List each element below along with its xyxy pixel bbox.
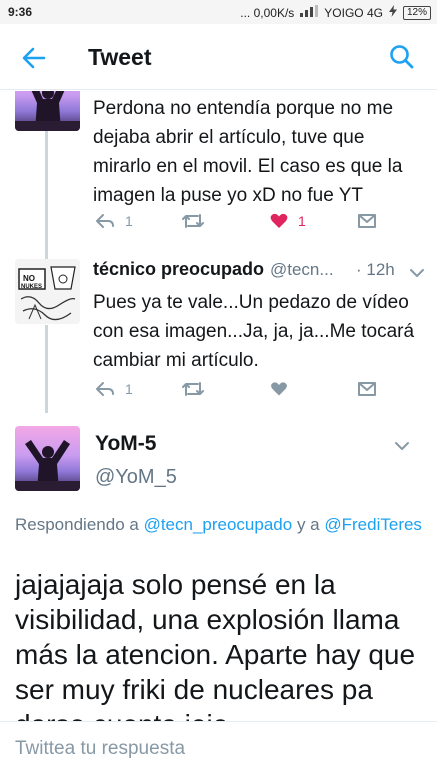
svg-text:NUKES: NUKES <box>21 284 42 290</box>
reply-action[interactable]: 1 <box>95 381 133 397</box>
envelope-icon <box>358 382 376 396</box>
author-name[interactable]: YoM-5 <box>95 432 156 456</box>
retweet-icon <box>182 382 204 396</box>
author-handle[interactable]: @YoM_5 <box>95 466 177 489</box>
retweet-action[interactable] <box>181 213 205 229</box>
reply-icon <box>96 382 114 396</box>
avatar[interactable] <box>15 426 80 491</box>
top-app-bar: Tweet <box>0 24 437 90</box>
replying-prefix: Respondiendo a <box>15 515 139 534</box>
author-name[interactable]: técnico preocupado <box>93 259 264 280</box>
charging-icon <box>388 5 397 20</box>
thread-line <box>45 131 48 259</box>
avatar[interactable] <box>15 91 80 131</box>
tweet-text: jajajajaja solo pensé en la visibilidad,… <box>15 569 416 721</box>
reply-composer <box>0 721 437 776</box>
battery-level: 12% <box>406 6 427 18</box>
tweet-text: Pues ya te vale...Un pedazo de vídeo con… <box>93 292 415 371</box>
thread-line <box>45 325 48 413</box>
reply-icon <box>96 214 114 228</box>
status-time: 9:36 <box>8 5 33 19</box>
avatar[interactable]: NO NUKES <box>15 259 80 324</box>
reply-count: 1 <box>125 381 133 397</box>
dm-action[interactable] <box>357 213 377 229</box>
chevron-down-icon[interactable] <box>408 267 426 279</box>
search-icon <box>390 45 414 69</box>
mention-link[interactable]: @tecn_preocupado <box>144 515 293 534</box>
dm-action[interactable] <box>357 381 377 397</box>
svg-text:NO: NO <box>23 274 35 283</box>
mention-link[interactable]: @FrediTeres <box>324 515 422 534</box>
conversation-feed[interactable]: Perdona no entendía porque no me dejaba … <box>0 91 437 721</box>
retweet-action[interactable] <box>181 381 205 397</box>
signal-icon <box>300 5 319 20</box>
status-right: ... 0,00K/s YOIGO 4G 12% <box>240 5 431 20</box>
heart-icon <box>270 213 288 228</box>
like-count: 1 <box>298 213 306 229</box>
tweet-detail-screen: 9:36 ... 0,00K/s YOIGO 4G 12% Tweet Perd… <box>0 0 437 776</box>
network-speed: ... 0,00K/s <box>240 5 295 20</box>
arrow-left-icon <box>22 47 46 69</box>
like-action[interactable] <box>270 381 288 397</box>
reply-count: 1 <box>125 213 133 229</box>
replying-join: y a <box>296 515 320 534</box>
replying-to-line: Respondiendo a @tecn_preocupado y a @Fre… <box>15 511 425 538</box>
tweet-time: · 12h <box>356 260 395 279</box>
heart-icon <box>271 382 287 396</box>
like-action[interactable]: 1 <box>270 213 306 229</box>
envelope-icon <box>358 214 376 228</box>
author-handle[interactable]: @tecn... <box>270 260 334 280</box>
status-bar: 9:36 ... 0,00K/s YOIGO 4G 12% <box>0 0 437 24</box>
reply-action[interactable]: 1 <box>95 213 133 229</box>
chevron-down-icon[interactable] <box>393 440 411 452</box>
carrier-label: YOIGO 4G <box>324 5 383 20</box>
battery-indicator: 12% <box>402 5 431 20</box>
search-button[interactable] <box>387 42 417 72</box>
retweet-icon <box>182 214 204 228</box>
back-button[interactable] <box>18 42 50 74</box>
reply-input[interactable] <box>15 734 420 764</box>
tweet-text: Perdona no entendía porque no me dejaba … <box>93 98 403 206</box>
page-title: Tweet <box>88 44 152 70</box>
